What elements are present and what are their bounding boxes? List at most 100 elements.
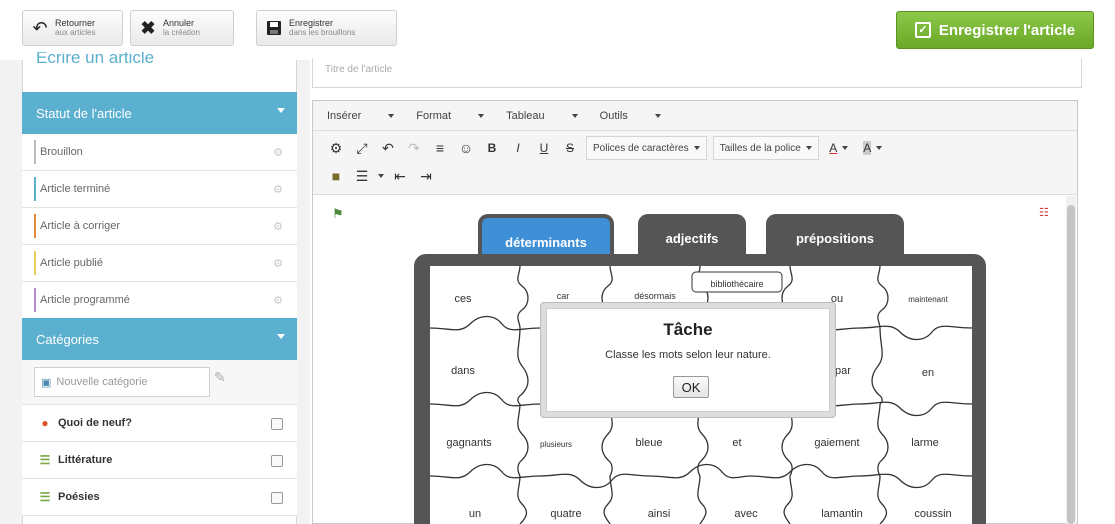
new-category-input[interactable]: ▣ Nouvelle catégorie (34, 367, 210, 397)
gear-icon[interactable]: ⚙ (273, 146, 283, 159)
underline-icon[interactable]: U (531, 136, 557, 160)
ok-button[interactable]: OK (673, 376, 709, 398)
category-label: Littérature (58, 454, 113, 466)
status-color-bar (34, 288, 36, 312)
draft-sublabel: dans les brouillons (289, 28, 356, 37)
puzzle-piece[interactable]: bibliothécaire (692, 279, 782, 289)
save-article-button[interactable]: ✓ Enregistrer l'article (896, 11, 1094, 49)
text-color-button[interactable]: A (822, 136, 856, 160)
status-color-bar (34, 251, 36, 275)
font-size-label: Tailles de la police (719, 142, 801, 154)
category-item-literature[interactable]: ☰ Littérature (22, 442, 297, 479)
status-color-bar (34, 177, 36, 201)
align-center-icon[interactable]: ≡ (427, 136, 453, 160)
menu-insert[interactable]: Insérer (327, 110, 395, 122)
book-icon: ☰ (39, 453, 51, 467)
category-checkbox[interactable] (271, 492, 283, 504)
fullscreen-icon[interactable]: ⤢ (349, 136, 375, 160)
gear-icon[interactable]: ⚙ (273, 257, 283, 270)
puzzle-piece[interactable]: avec (701, 508, 791, 520)
categories-section-header[interactable]: Catégories (22, 318, 297, 360)
back-to-articles-button[interactable]: ↶ Retourner aux articles (22, 10, 123, 46)
font-family-label: Polices de caractères (593, 142, 689, 154)
cancel-label: Annuler (163, 18, 195, 28)
category-checkbox[interactable] (271, 418, 283, 430)
puzzle-piece[interactable]: lamantin (797, 508, 887, 520)
status-item-published[interactable]: Article publié ⚙ (22, 245, 297, 282)
puzzle-piece[interactable]: ainsi (614, 508, 704, 520)
background-color-label: A (863, 141, 872, 155)
caret-down-icon (842, 146, 849, 150)
puzzle-piece[interactable]: en (883, 367, 973, 379)
italic-icon[interactable]: I (505, 136, 531, 160)
puzzle-piece[interactable]: coussin (888, 508, 978, 520)
menu-label: Outils (599, 109, 628, 122)
article-title-input[interactable]: Titre de l'article (312, 58, 1082, 88)
category-label: Quoi de neuf? (58, 417, 132, 429)
undo-icon[interactable]: ↶ (375, 136, 401, 160)
cancel-creation-button[interactable]: ✖ Annuler la création (130, 10, 234, 46)
puzzle-piece[interactable]: désormais (610, 291, 700, 301)
status-color-bar (34, 140, 36, 164)
strikethrough-icon[interactable]: S (557, 136, 583, 160)
status-item-scheduled[interactable]: Article programmé ⚙ (22, 282, 297, 319)
dialog-title: Tâche (663, 320, 713, 339)
bullet-list-icon[interactable]: ☰ (349, 164, 375, 188)
gear-icon[interactable]: ⚙ (273, 220, 283, 233)
background-color-button[interactable]: A (856, 136, 890, 160)
puzzle-piece[interactable]: car (518, 291, 608, 301)
article-title-placeholder: Titre de l'article (325, 64, 393, 75)
tab-label: déterminants (505, 235, 587, 250)
puzzle-piece[interactable]: larme (880, 437, 970, 449)
puzzle-piece[interactable]: gagnants (424, 437, 514, 449)
text-color-label: A (829, 141, 838, 155)
puzzle-piece[interactable]: maintenant (883, 295, 973, 304)
puzzle-piece[interactable]: gaiement (792, 437, 882, 449)
puzzle-piece[interactable]: plusieurs (511, 440, 601, 449)
puzzle-piece[interactable]: un (430, 508, 520, 520)
font-size-dropdown[interactable]: Tailles de la police (712, 136, 819, 160)
add-category-icon[interactable]: ✎ (214, 369, 234, 391)
status-section-header[interactable]: Statut de l'article (22, 92, 297, 134)
menu-tools[interactable]: Outils (600, 110, 661, 122)
news-icon: ● (41, 416, 49, 430)
puzzle-piece[interactable]: dans (418, 365, 508, 377)
menu-table[interactable]: Tableau (506, 110, 578, 122)
media-icon[interactable]: ■ (323, 164, 349, 188)
category-item-poetry[interactable]: ☰ Poésies (22, 479, 297, 516)
editor-scrollbar-thumb[interactable] (1067, 205, 1075, 524)
category-item-news[interactable]: ● Quoi de neuf? (22, 405, 297, 442)
caret-down-icon (805, 146, 812, 150)
bold-icon[interactable]: B (479, 136, 505, 160)
puzzle-piece[interactable]: ces (418, 293, 508, 305)
caret-down-icon (654, 113, 661, 118)
puzzle-piece[interactable]: bleue (604, 437, 694, 449)
puzzle-piece[interactable]: quatre (521, 508, 611, 520)
caret-down-icon (876, 146, 883, 150)
insert-image-icon[interactable]: ⚑ (332, 206, 344, 222)
category-checkbox[interactable] (271, 455, 283, 467)
draft-label: Enregistrer (289, 18, 334, 28)
status-item-draft[interactable]: Brouillon ⚙ (22, 134, 297, 171)
status-section-title: Statut de l'article (36, 105, 132, 121)
redo-icon[interactable]: ↷ (401, 136, 427, 160)
outdent-icon[interactable]: ⇤ (387, 164, 413, 188)
menu-format[interactable]: Format (416, 110, 485, 122)
categories-section-title: Catégories (36, 331, 99, 347)
gear-icon[interactable]: ⚙ (273, 294, 283, 307)
puzzle-piece[interactable]: et (692, 437, 782, 449)
indent-icon[interactable]: ⇥ (413, 164, 439, 188)
resize-icon[interactable]: ☷ (1039, 206, 1049, 219)
status-item-to-correct[interactable]: Article à corriger ⚙ (22, 208, 297, 245)
list-dropdown-icon[interactable] (375, 164, 387, 188)
emoticon-icon[interactable]: ☺ (453, 136, 479, 160)
font-family-dropdown[interactable]: Polices de caractères (586, 136, 707, 160)
checkbox-check-icon: ✓ (914, 22, 931, 38)
category-label: Poésies (58, 491, 100, 503)
back-sublabel: aux articles (55, 28, 96, 37)
settings-icon[interactable]: ⚙ (323, 136, 349, 160)
cancel-sublabel: la création (163, 28, 200, 37)
status-item-finished[interactable]: Article terminé ⚙ (22, 171, 297, 208)
save-draft-button[interactable]: Enregistrer dans les brouillons (256, 10, 397, 46)
gear-icon[interactable]: ⚙ (273, 183, 283, 196)
